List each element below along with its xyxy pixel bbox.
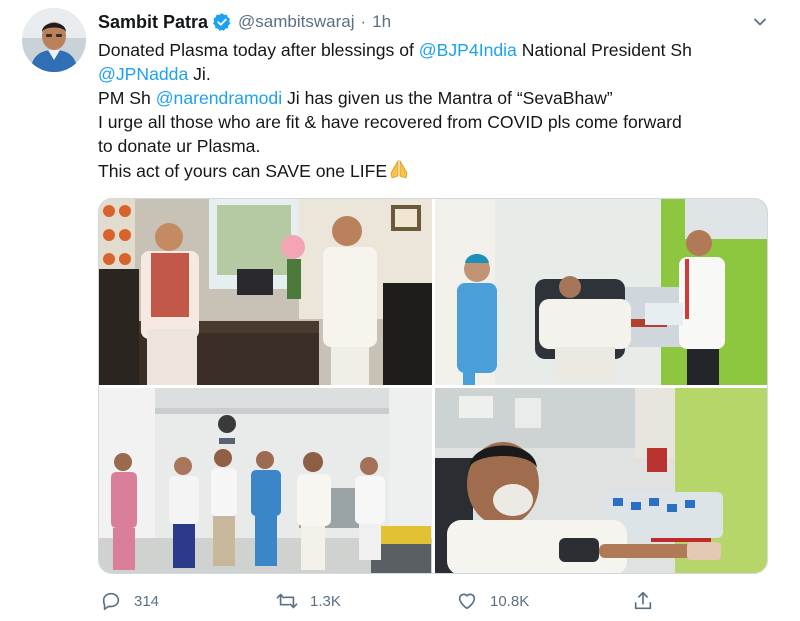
share-button[interactable] — [630, 586, 656, 616]
tweet-line-2: @JPNadda Ji. — [98, 62, 778, 86]
reply-count: 314 — [134, 592, 160, 610]
verified-badge-icon — [212, 12, 232, 32]
heart-icon — [454, 588, 480, 614]
photo-donor-closeup[interactable] — [435, 388, 767, 573]
tweet-line-4: I urge all those who are fit & have reco… — [98, 112, 682, 132]
header-separator: · — [360, 12, 367, 31]
tweet-line-5: to donate ur Plasma. — [98, 136, 261, 156]
photo-office-meeting[interactable] — [99, 199, 432, 385]
author-name[interactable]: Sambit Patra — [98, 12, 208, 33]
tweet-text: Donated Plasma today after blessings of … — [98, 38, 778, 186]
author-handle[interactable]: @sambitswaraj — [238, 12, 354, 32]
retweet-icon — [274, 588, 300, 614]
avatar[interactable] — [22, 8, 86, 72]
photo-plasma-donation-room[interactable] — [435, 199, 767, 385]
text-segment: National President Sh — [516, 40, 692, 60]
text-segment: Ji. — [188, 64, 211, 84]
tweet-actions: 314 1.3K 10.8K — [98, 586, 778, 616]
photo-group-medical-staff[interactable] — [99, 388, 432, 573]
reply-icon — [98, 588, 124, 614]
tweet-media-grid — [98, 198, 768, 574]
retweet-button[interactable]: 1.3K — [274, 586, 341, 616]
tweet: Sambit Patra @sambitswaraj · 1h Donated … — [0, 0, 800, 621]
tweet-line-3: PM Sh @narendramodi Ji has given us the … — [98, 86, 778, 110]
text-segment: Ji has given us the Mantra of “SevaBhaw” — [282, 88, 613, 108]
like-button[interactable]: 10.8K — [454, 586, 529, 616]
mention-narendramodi[interactable]: @narendramodi — [156, 88, 282, 108]
folded-hands-icon — [388, 158, 410, 186]
like-count: 10.8K — [490, 592, 530, 610]
avatar-image — [22, 8, 86, 72]
chevron-down-icon[interactable] — [748, 10, 772, 34]
reply-button[interactable]: 314 — [98, 586, 159, 616]
text-segment: This act of yours can SAVE one LIFE — [98, 161, 388, 181]
text-segment: Donated Plasma today after blessings of — [98, 40, 419, 60]
text-segment: PM Sh — [98, 88, 156, 108]
mention-bjp4india[interactable]: @BJP4India — [419, 40, 517, 60]
tweet-time[interactable]: 1h — [372, 12, 391, 32]
retweet-count: 1.3K — [310, 592, 341, 610]
mention-jpnadda[interactable]: @JPNadda — [98, 64, 188, 84]
tweet-header: Sambit Patra @sambitswaraj · 1h — [98, 10, 391, 34]
tweet-line-6: This act of yours can SAVE one LIFE — [98, 158, 778, 186]
tweet-line-1: Donated Plasma today after blessings of … — [98, 38, 778, 62]
share-icon — [630, 588, 656, 614]
